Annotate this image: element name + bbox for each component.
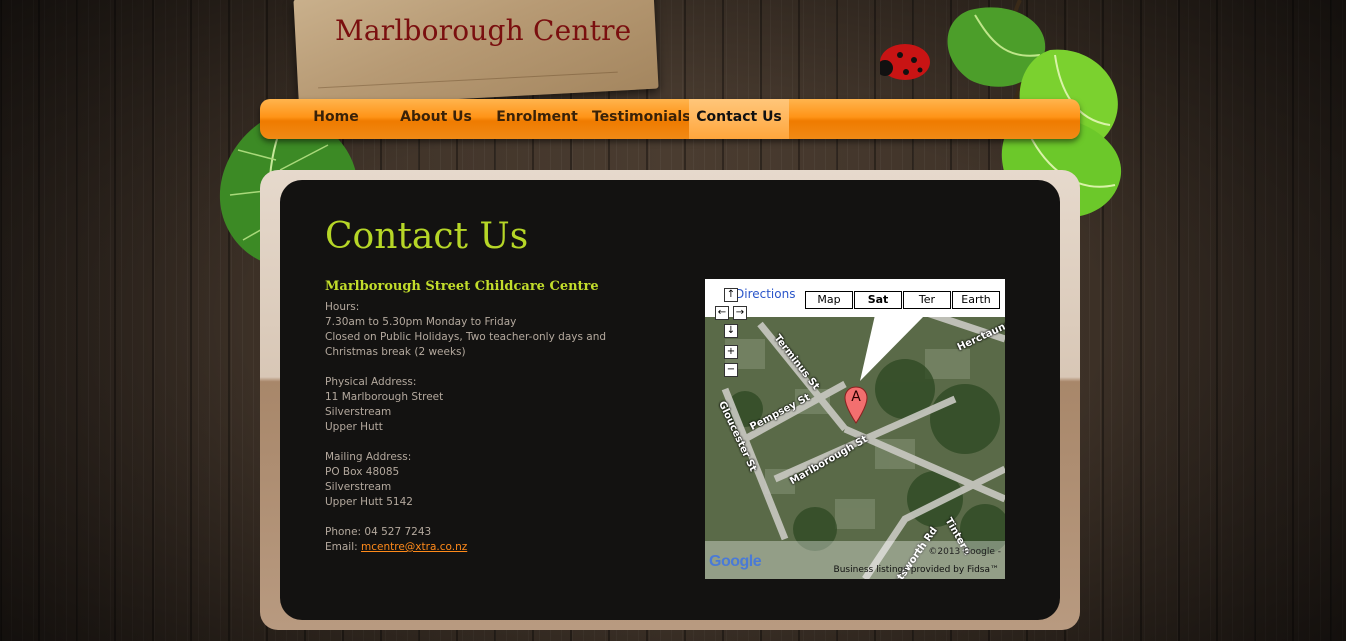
- google-map[interactable]: Terminus St Pempsey St Gloucester St Mar…: [705, 279, 1005, 579]
- pan-up-icon[interactable]: ↑: [724, 288, 738, 302]
- mailing-address-line: Silverstream: [325, 481, 392, 493]
- map-type-terrain[interactable]: Ter: [903, 291, 951, 309]
- pan-left-icon[interactable]: ←: [715, 306, 729, 320]
- nav-contact-us[interactable]: Contact Us: [689, 99, 789, 139]
- mailing-address-label: Mailing Address:: [325, 451, 412, 463]
- mailing-address-line: Upper Hutt 5142: [325, 496, 413, 508]
- map-type-earth[interactable]: Earth: [952, 291, 1000, 309]
- hours-closed-line: Closed on Public Holidays, Two teacher-o…: [325, 331, 607, 358]
- mailing-address-line: PO Box 48085: [325, 466, 400, 478]
- page-title: Contact Us: [325, 216, 529, 257]
- pan-down-icon[interactable]: ↓: [724, 324, 738, 338]
- zoom-in-icon[interactable]: +: [724, 345, 738, 359]
- nav-about-us[interactable]: About Us: [392, 99, 480, 139]
- main-nav: Home About Us Enrolment Testimonials Con…: [260, 99, 1080, 139]
- nav-testimonials[interactable]: Testimonials: [592, 99, 691, 139]
- map-type-map[interactable]: Map: [805, 291, 853, 309]
- physical-address-line: Silverstream: [325, 406, 392, 418]
- nav-enrolment[interactable]: Enrolment: [492, 99, 582, 139]
- nav-home[interactable]: Home: [300, 99, 372, 139]
- email-label: Email:: [325, 541, 362, 553]
- google-logo[interactable]: Google: [709, 553, 762, 571]
- physical-address-label: Physical Address:: [325, 376, 417, 388]
- centre-name: Marlborough Street Childcare Centre: [325, 279, 599, 294]
- business-listings-credit: Business listings provided by Fidsa™: [833, 565, 999, 575]
- hours-label: Hours:: [325, 301, 360, 313]
- map-type-satellite[interactable]: Sat: [854, 291, 902, 309]
- marker-label: A: [851, 389, 861, 405]
- site-title[interactable]: Marlborough Centre: [335, 14, 631, 47]
- map-copyright: ©2013 Google -: [928, 547, 1001, 557]
- phone-number: Phone: 04 527 7243: [325, 526, 432, 538]
- physical-address-line: 11 Marlborough Street: [325, 391, 444, 403]
- zoom-out-icon[interactable]: −: [724, 363, 738, 377]
- email-link[interactable]: mcentre@xtra.co.nz: [361, 541, 467, 553]
- map-type-selector: Map Sat Ter Earth: [805, 291, 1001, 309]
- hours-line: 7.30am to 5.30pm Monday to Friday: [325, 316, 517, 328]
- email-row: Email: mcentre@xtra.co.nz: [325, 540, 655, 555]
- directions-link[interactable]: Directions: [735, 287, 795, 301]
- pan-right-icon[interactable]: →: [733, 306, 747, 320]
- physical-address-line: Upper Hutt: [325, 421, 383, 433]
- contact-info: Hours: 7.30am to 5.30pm Monday to Friday…: [325, 300, 655, 555]
